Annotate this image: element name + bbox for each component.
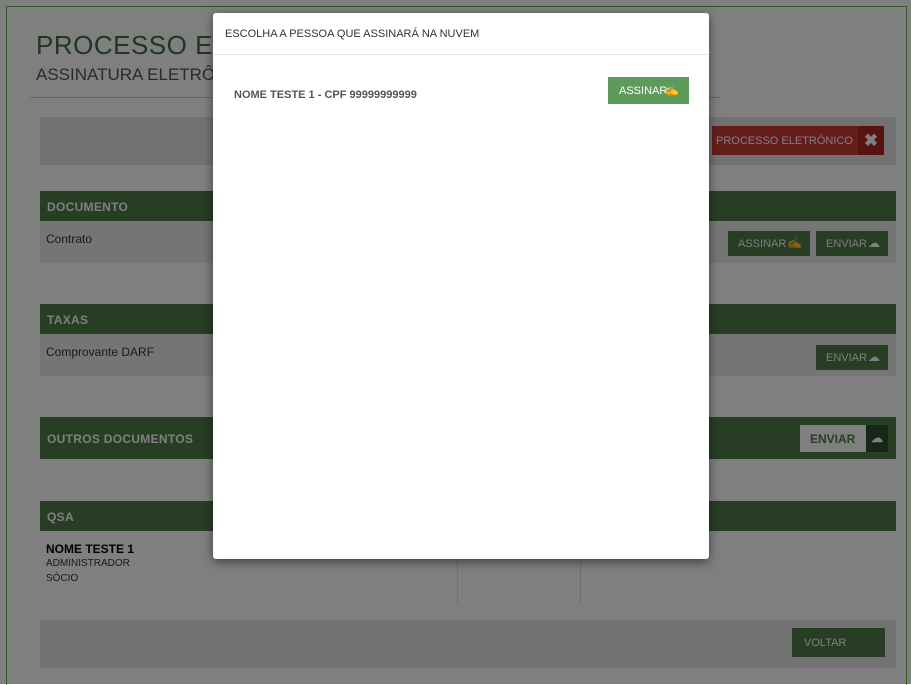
sign-person-modal: ESCOLHA A PESSOA QUE ASSINARÁ NA NUVEM N…	[213, 13, 709, 559]
modal-sign-label: ASSINAR	[619, 85, 668, 97]
page: PROCESSO ELETRÔNICO ASSINATURA ELETRÔNIC…	[0, 0, 911, 685]
modal-title: ESCOLHA A PESSOA QUE ASSINARÁ NA NUVEM	[225, 28, 480, 40]
sign-check-icon: ✍	[664, 83, 679, 97]
modal-header: ESCOLHA A PESSOA QUE ASSINARÁ NA NUVEM	[213, 13, 709, 55]
modal-person-label: NOME TESTE 1 - CPF 99999999999	[234, 89, 417, 101]
modal-sign-button[interactable]: ASSINAR ✍	[608, 77, 689, 104]
